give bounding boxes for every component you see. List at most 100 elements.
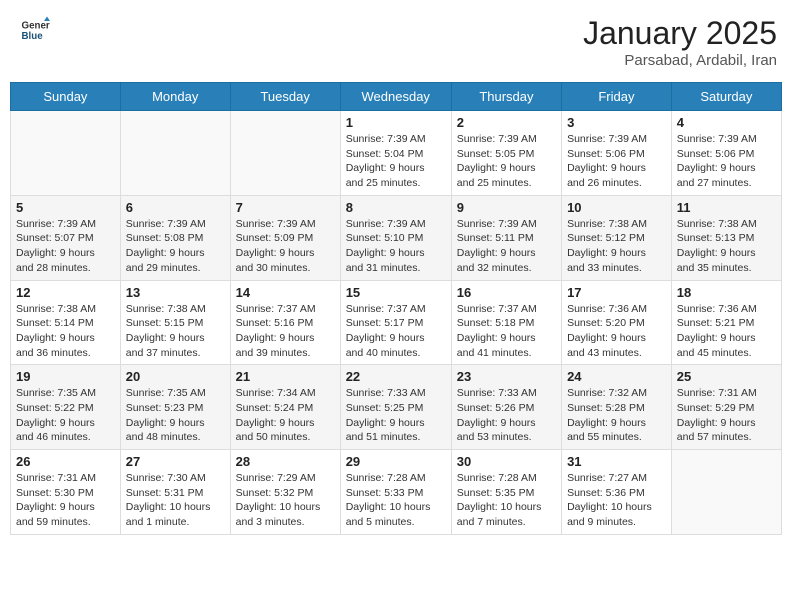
month-title: January 2025 <box>583 15 777 52</box>
weekday-monday: Monday <box>120 83 230 111</box>
day-info: Sunrise: 7:39 AM Sunset: 5:06 PM Dayligh… <box>677 132 776 191</box>
day-info: Sunrise: 7:39 AM Sunset: 5:06 PM Dayligh… <box>567 132 666 191</box>
day-number: 24 <box>567 369 666 384</box>
day-number: 14 <box>236 285 335 300</box>
calendar-cell: 4 Sunrise: 7:39 AM Sunset: 5:06 PM Daylig… <box>671 111 781 196</box>
calendar-cell: 1 Sunrise: 7:39 AM Sunset: 5:04 PM Daylig… <box>340 111 451 196</box>
day-number: 4 <box>677 115 776 130</box>
day-number: 30 <box>457 454 556 469</box>
calendar-cell: 13 Sunrise: 7:38 AM Sunset: 5:15 PM Dayli… <box>120 280 230 365</box>
day-number: 28 <box>236 454 335 469</box>
day-number: 8 <box>346 200 446 215</box>
day-info: Sunrise: 7:39 AM Sunset: 5:11 PM Dayligh… <box>457 217 556 276</box>
day-number: 17 <box>567 285 666 300</box>
calendar-cell: 10 Sunrise: 7:38 AM Sunset: 5:12 PM Dayli… <box>562 195 672 280</box>
calendar-cell: 18Sunrise: 7:36 AM Sunset: 5:21 PM Dayli… <box>671 280 781 365</box>
title-area: January 2025 Parsabad, Ardabil, Iran <box>583 15 777 69</box>
day-info: Sunrise: 7:28 AM Sunset: 5:35 PM Dayligh… <box>457 471 556 530</box>
calendar-cell: 11Sunrise: 7:38 AM Sunset: 5:13 PM Dayli… <box>671 195 781 280</box>
calendar-cell: 9Sunrise: 7:39 AM Sunset: 5:11 PM Daylig… <box>451 195 561 280</box>
day-number: 27 <box>126 454 225 469</box>
calendar-cell: 28Sunrise: 7:29 AM Sunset: 5:32 PM Dayli… <box>230 450 340 535</box>
day-number: 16 <box>457 285 556 300</box>
day-number: 21 <box>236 369 335 384</box>
day-info: Sunrise: 7:36 AM Sunset: 5:21 PM Dayligh… <box>677 302 776 361</box>
weekday-sunday: Sunday <box>11 83 121 111</box>
calendar-cell: 21 Sunrise: 7:34 AM Sunset: 5:24 PM Dayli… <box>230 365 340 450</box>
day-number: 12 <box>16 285 115 300</box>
calendar-week-2: 5 Sunrise: 7:39 AM Sunset: 5:07 PM Daylig… <box>11 195 782 280</box>
weekday-friday: Friday <box>562 83 672 111</box>
day-info: Sunrise: 7:39 AM Sunset: 5:05 PM Dayligh… <box>457 132 556 191</box>
calendar-cell: 7 Sunrise: 7:39 AM Sunset: 5:09 PM Daylig… <box>230 195 340 280</box>
day-number: 23 <box>457 369 556 384</box>
calendar-cell: 14 Sunrise: 7:37 AM Sunset: 5:16 PM Dayli… <box>230 280 340 365</box>
day-info: Sunrise: 7:37 AM Sunset: 5:16 PM Dayligh… <box>236 302 335 361</box>
day-info: Sunrise: 7:37 AM Sunset: 5:17 PM Dayligh… <box>346 302 446 361</box>
calendar-week-3: 12 Sunrise: 7:38 AM Sunset: 5:14 PM Dayli… <box>11 280 782 365</box>
calendar-cell: 2 Sunrise: 7:39 AM Sunset: 5:05 PM Daylig… <box>451 111 561 196</box>
calendar-cell: 27 Sunrise: 7:30 AM Sunset: 5:31 PM Dayli… <box>120 450 230 535</box>
calendar-cell: 24 Sunrise: 7:32 AM Sunset: 5:28 PM Dayli… <box>562 365 672 450</box>
day-number: 10 <box>567 200 666 215</box>
calendar-cell: 15Sunrise: 7:37 AM Sunset: 5:17 PM Dayli… <box>340 280 451 365</box>
day-info: Sunrise: 7:38 AM Sunset: 5:12 PM Dayligh… <box>567 217 666 276</box>
weekday-wednesday: Wednesday <box>340 83 451 111</box>
calendar-cell: 16 Sunrise: 7:37 AM Sunset: 5:18 PM Dayli… <box>451 280 561 365</box>
day-info: Sunrise: 7:38 AM Sunset: 5:14 PM Dayligh… <box>16 302 115 361</box>
calendar-cell: 6Sunrise: 7:39 AM Sunset: 5:08 PM Daylig… <box>120 195 230 280</box>
calendar-week-4: 19 Sunrise: 7:35 AM Sunset: 5:22 PM Dayli… <box>11 365 782 450</box>
calendar-cell <box>671 450 781 535</box>
day-number: 13 <box>126 285 225 300</box>
page-header: General Blue January 2025 Parsabad, Arda… <box>10 10 782 74</box>
day-number: 5 <box>16 200 115 215</box>
calendar-cell: 23 Sunrise: 7:33 AM Sunset: 5:26 PM Dayli… <box>451 365 561 450</box>
day-info: Sunrise: 7:37 AM Sunset: 5:18 PM Dayligh… <box>457 302 556 361</box>
day-number: 19 <box>16 369 115 384</box>
calendar-cell: 8 Sunrise: 7:39 AM Sunset: 5:10 PM Daylig… <box>340 195 451 280</box>
day-info: Sunrise: 7:39 AM Sunset: 5:04 PM Dayligh… <box>346 132 446 191</box>
calendar-cell <box>120 111 230 196</box>
calendar-cell <box>11 111 121 196</box>
day-info: Sunrise: 7:31 AM Sunset: 5:29 PM Dayligh… <box>677 386 776 445</box>
day-info: Sunrise: 7:39 AM Sunset: 5:09 PM Dayligh… <box>236 217 335 276</box>
day-info: Sunrise: 7:27 AM Sunset: 5:36 PM Dayligh… <box>567 471 666 530</box>
day-number: 29 <box>346 454 446 469</box>
day-info: Sunrise: 7:38 AM Sunset: 5:15 PM Dayligh… <box>126 302 225 361</box>
day-info: Sunrise: 7:33 AM Sunset: 5:25 PM Dayligh… <box>346 386 446 445</box>
calendar-cell: 25 Sunrise: 7:31 AM Sunset: 5:29 PM Dayli… <box>671 365 781 450</box>
day-info: Sunrise: 7:39 AM Sunset: 5:10 PM Dayligh… <box>346 217 446 276</box>
logo: General Blue <box>20 15 50 45</box>
day-info: Sunrise: 7:35 AM Sunset: 5:22 PM Dayligh… <box>16 386 115 445</box>
day-number: 2 <box>457 115 556 130</box>
day-info: Sunrise: 7:38 AM Sunset: 5:13 PM Dayligh… <box>677 217 776 276</box>
day-info: Sunrise: 7:34 AM Sunset: 5:24 PM Dayligh… <box>236 386 335 445</box>
day-number: 3 <box>567 115 666 130</box>
calendar-cell: 3 Sunrise: 7:39 AM Sunset: 5:06 PM Daylig… <box>562 111 672 196</box>
calendar-cell: 5 Sunrise: 7:39 AM Sunset: 5:07 PM Daylig… <box>11 195 121 280</box>
day-number: 7 <box>236 200 335 215</box>
calendar-cell: 19 Sunrise: 7:35 AM Sunset: 5:22 PM Dayli… <box>11 365 121 450</box>
day-number: 20 <box>126 369 225 384</box>
calendar-cell: 17 Sunrise: 7:36 AM Sunset: 5:20 PM Dayli… <box>562 280 672 365</box>
day-info: Sunrise: 7:30 AM Sunset: 5:31 PM Dayligh… <box>126 471 225 530</box>
calendar-week-1: 1 Sunrise: 7:39 AM Sunset: 5:04 PM Daylig… <box>11 111 782 196</box>
day-info: Sunrise: 7:39 AM Sunset: 5:08 PM Dayligh… <box>126 217 225 276</box>
svg-text:Blue: Blue <box>22 31 44 42</box>
weekday-tuesday: Tuesday <box>230 83 340 111</box>
day-number: 25 <box>677 369 776 384</box>
day-info: Sunrise: 7:36 AM Sunset: 5:20 PM Dayligh… <box>567 302 666 361</box>
location: Parsabad, Ardabil, Iran <box>583 52 777 69</box>
day-number: 1 <box>346 115 446 130</box>
day-info: Sunrise: 7:28 AM Sunset: 5:33 PM Dayligh… <box>346 471 446 530</box>
calendar-table: SundayMondayTuesdayWednesdayThursdayFrid… <box>10 82 782 535</box>
day-info: Sunrise: 7:33 AM Sunset: 5:26 PM Dayligh… <box>457 386 556 445</box>
calendar-cell: 29 Sunrise: 7:28 AM Sunset: 5:33 PM Dayli… <box>340 450 451 535</box>
calendar-cell: 22Sunrise: 7:33 AM Sunset: 5:25 PM Dayli… <box>340 365 451 450</box>
calendar-cell: 12 Sunrise: 7:38 AM Sunset: 5:14 PM Dayli… <box>11 280 121 365</box>
calendar-cell: 20Sunrise: 7:35 AM Sunset: 5:23 PM Dayli… <box>120 365 230 450</box>
svg-text:General: General <box>22 21 51 32</box>
day-info: Sunrise: 7:39 AM Sunset: 5:07 PM Dayligh… <box>16 217 115 276</box>
day-info: Sunrise: 7:32 AM Sunset: 5:28 PM Dayligh… <box>567 386 666 445</box>
calendar-cell: 31Sunrise: 7:27 AM Sunset: 5:36 PM Dayli… <box>562 450 672 535</box>
